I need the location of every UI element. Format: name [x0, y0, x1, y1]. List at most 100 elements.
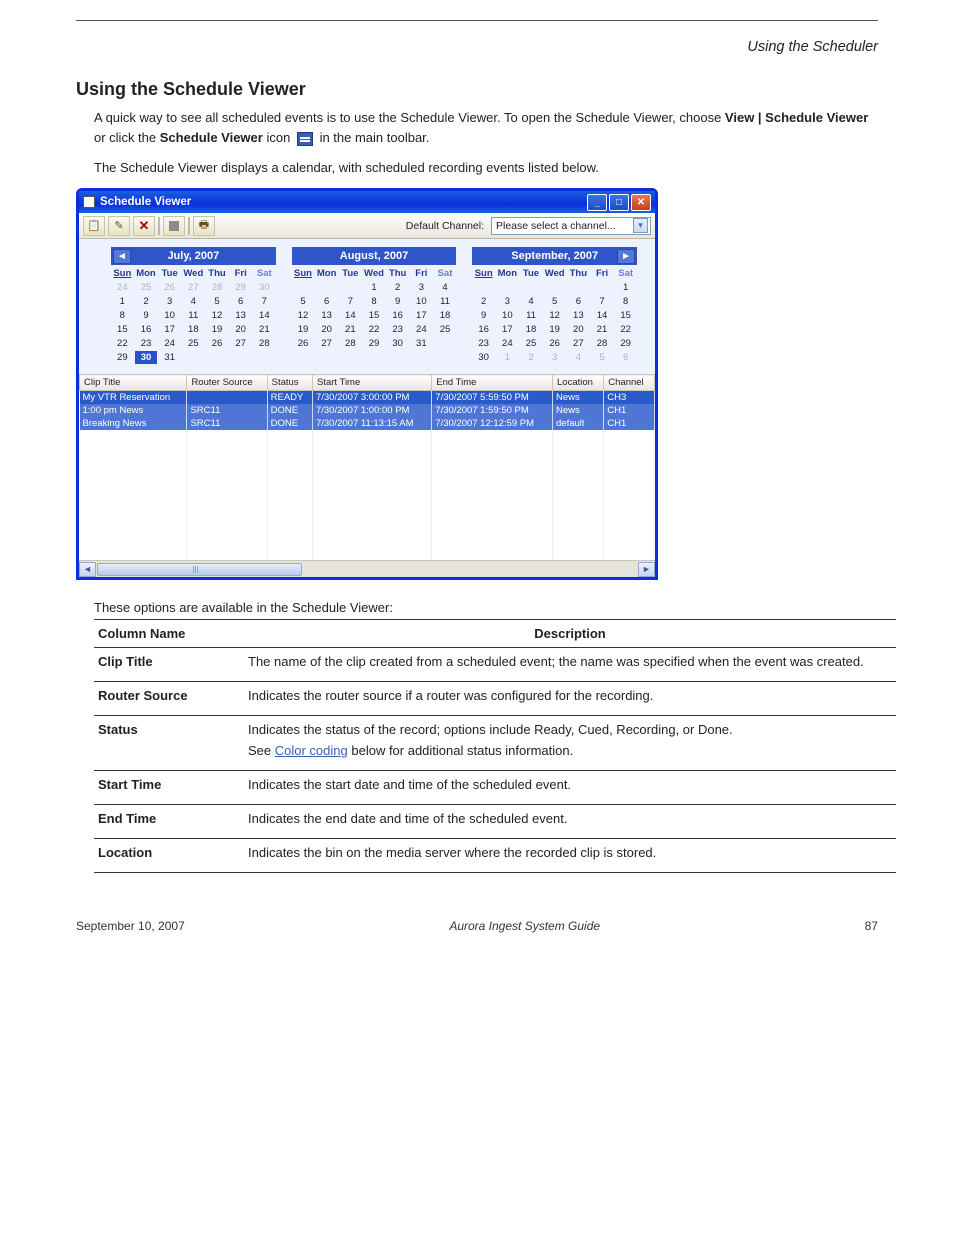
scroll-right-button[interactable]: ►	[638, 562, 655, 577]
calendar-day[interactable]: 27	[567, 337, 590, 350]
calendar-month[interactable]: ◄July, 2007SunMonTueWedThuFriSat24252627…	[111, 247, 276, 364]
calendar-day[interactable]: 18	[520, 323, 543, 336]
calendar-day[interactable]: 15	[614, 309, 637, 322]
calendar-day[interactable]: 4	[434, 281, 457, 294]
calendar-day[interactable]: 13	[229, 309, 252, 322]
calendar-day[interactable]: 26	[543, 337, 566, 350]
calendar-day[interactable]: 11	[434, 295, 457, 308]
calendar-day[interactable]: 3	[543, 351, 566, 364]
calendar-day[interactable]: 11	[520, 309, 543, 322]
calendar-day[interactable]: 4	[520, 295, 543, 308]
calendar-day[interactable]: 31	[410, 337, 433, 350]
calendar-day[interactable]: 16	[472, 323, 495, 336]
calendar-day[interactable]: 8	[111, 309, 134, 322]
calendar-day[interactable]: 26	[206, 337, 229, 350]
calendar-day[interactable]: 11	[182, 309, 205, 322]
calendar-day[interactable]: 5	[206, 295, 229, 308]
horizontal-scrollbar[interactable]: ◄ ►	[79, 560, 655, 577]
calendar-day[interactable]: 6	[614, 351, 637, 364]
calendar-day[interactable]: 25	[135, 281, 158, 294]
calendar-day[interactable]: 1	[111, 295, 134, 308]
delete-event-button[interactable]: ✕	[133, 216, 155, 236]
calendar-day[interactable]: 20	[567, 323, 590, 336]
minimize-button[interactable]: _	[587, 194, 607, 211]
calendar-day[interactable]: 5	[292, 295, 315, 308]
calendar-day[interactable]: 15	[111, 323, 134, 336]
calendar-day[interactable]: 26	[158, 281, 181, 294]
calendar-day[interactable]: 6	[567, 295, 590, 308]
calendar-day[interactable]: 28	[253, 337, 276, 350]
calendar-day[interactable]: 12	[543, 309, 566, 322]
calendar-day[interactable]: 24	[111, 281, 134, 294]
calendar-day[interactable]: 14	[339, 309, 362, 322]
calendar-day[interactable]: 17	[410, 309, 433, 322]
calendar-day[interactable]: 30	[386, 337, 409, 350]
new-event-button[interactable]: 📋	[83, 216, 105, 236]
calendar-day[interactable]: 3	[158, 295, 181, 308]
calendar-day[interactable]: 4	[567, 351, 590, 364]
calendar-day[interactable]: 30	[135, 351, 158, 364]
calendar-day[interactable]: 27	[315, 337, 338, 350]
calendar-day[interactable]: 19	[292, 323, 315, 336]
scroll-thumb[interactable]	[97, 563, 302, 576]
calendar-day[interactable]: 13	[567, 309, 590, 322]
calendar-day[interactable]: 21	[253, 323, 276, 336]
calendar-day[interactable]: 28	[339, 337, 362, 350]
calendar-day[interactable]: 24	[410, 323, 433, 336]
scroll-left-button[interactable]: ◄	[79, 562, 96, 577]
calendar-day[interactable]: 9	[472, 309, 495, 322]
calendar-day[interactable]: 9	[135, 309, 158, 322]
calendar-day[interactable]: 6	[315, 295, 338, 308]
calendar-day[interactable]: 26	[292, 337, 315, 350]
calendar-day[interactable]: 10	[410, 295, 433, 308]
calendar-day[interactable]: 2	[386, 281, 409, 294]
calendar-day[interactable]: 24	[496, 337, 519, 350]
column-header[interactable]: Channel	[604, 375, 655, 391]
calendar-day[interactable]: 19	[206, 323, 229, 336]
calendar-day[interactable]: 23	[135, 337, 158, 350]
calendar-day[interactable]: 29	[111, 351, 134, 364]
calendar-day[interactable]: 16	[386, 309, 409, 322]
column-header[interactable]: End Time	[432, 375, 553, 391]
calendar-day[interactable]: 2	[520, 351, 543, 364]
calendar-day[interactable]: 23	[386, 323, 409, 336]
calendar-day[interactable]: 30	[472, 351, 495, 364]
calendar-day[interactable]: 8	[614, 295, 637, 308]
calendar-day[interactable]: 21	[339, 323, 362, 336]
column-header[interactable]: Router Source	[187, 375, 267, 391]
calendar-month[interactable]: August, 2007SunMonTueWedThuFriSat1234567…	[292, 247, 457, 364]
column-header[interactable]: Clip Title	[80, 375, 187, 391]
print-button[interactable]: 🖶	[193, 216, 215, 236]
calendar-day[interactable]: 28	[206, 281, 229, 294]
event-grid[interactable]: Clip TitleRouter SourceStatusStart TimeE…	[79, 374, 655, 560]
calendar-day[interactable]: 12	[206, 309, 229, 322]
column-header[interactable]: Status	[267, 375, 312, 391]
scroll-track[interactable]	[96, 563, 638, 576]
calendar-day[interactable]: 13	[315, 309, 338, 322]
calendar-day[interactable]: 15	[363, 309, 386, 322]
calendar-day[interactable]: 14	[253, 309, 276, 322]
calendar-day[interactable]: 12	[292, 309, 315, 322]
calendar-day[interactable]: 31	[158, 351, 181, 364]
calendar-day[interactable]: 24	[158, 337, 181, 350]
next-month-button[interactable]: ►	[617, 249, 635, 264]
calendar-day[interactable]: 3	[496, 295, 519, 308]
calendar-day[interactable]: 25	[520, 337, 543, 350]
table-row[interactable]: My VTR ReservationREADY7/30/2007 3:00:00…	[80, 391, 655, 405]
calendar-day[interactable]: 5	[543, 295, 566, 308]
calendar-day[interactable]: 27	[182, 281, 205, 294]
calendar-day[interactable]: 20	[315, 323, 338, 336]
calendar-day[interactable]: 21	[591, 323, 614, 336]
calendar-day[interactable]: 10	[496, 309, 519, 322]
calendar-day[interactable]: 22	[614, 323, 637, 336]
calendar-day[interactable]: 16	[135, 323, 158, 336]
default-channel-select[interactable]: Please select a channel... ▾	[491, 217, 651, 235]
calendar-day[interactable]: 22	[363, 323, 386, 336]
table-row[interactable]: 1:00 pm NewsSRC11DONE7/30/2007 1:00:00 P…	[80, 404, 655, 417]
calendar-day[interactable]: 1	[363, 281, 386, 294]
calendar-day[interactable]: 22	[111, 337, 134, 350]
calendar-day[interactable]: 2	[135, 295, 158, 308]
calendar-day[interactable]: 30	[253, 281, 276, 294]
calendar-day[interactable]: 17	[158, 323, 181, 336]
calendar-month[interactable]: September, 2007►SunMonTueWedThuFriSat123…	[472, 247, 637, 364]
